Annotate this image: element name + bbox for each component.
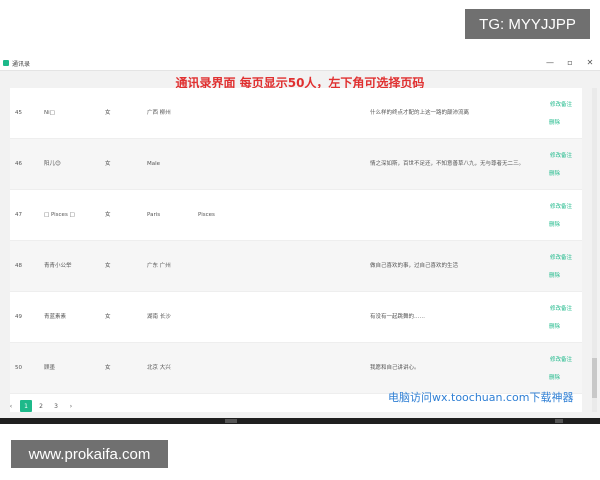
pagination-next-button[interactable]: › — [65, 400, 77, 412]
contact-gender: 女 — [105, 110, 111, 116]
contact-extra: Pisces — [198, 212, 215, 218]
contact-signature: 有没有一起跳舞的…… — [370, 314, 426, 320]
pagination-page-2[interactable]: 2 — [35, 400, 47, 412]
contact-name: 青蓝素素 — [44, 314, 67, 320]
vertical-scrollbar[interactable] — [592, 88, 597, 412]
edit-remark-button[interactable]: 修改备注 — [550, 304, 572, 312]
contact-gender: 女 — [105, 263, 111, 269]
tg-watermark-badge: TG: MYYJJPP — [465, 9, 590, 39]
contact-id: 46 — [15, 161, 22, 167]
contact-id: 49 — [15, 314, 22, 320]
contact-region: 湖南 长沙 — [147, 314, 171, 320]
contact-signature: 什么样的终点才配的上这一路的颠沛流离 — [370, 110, 470, 116]
contact-row: 48 青青小公举 女 广东 广州 做自己喜欢的事，过自己喜欢的生活 修改备注 删… — [10, 241, 582, 292]
close-button[interactable]: ✕ — [580, 56, 600, 70]
edit-remark-button[interactable]: 修改备注 — [550, 202, 572, 210]
window-controls: — ▫ ✕ — [540, 56, 600, 70]
window-titlebar: 通讯录 — ▫ ✕ — [0, 56, 600, 71]
contact-signature: 做自己喜欢的事，过自己喜欢的生活 — [370, 263, 459, 269]
taskbar-item[interactable] — [225, 419, 237, 423]
contact-gender: 女 — [105, 314, 111, 320]
window-title: 通讯录 — [12, 60, 31, 68]
delete-button[interactable]: 删除 — [549, 118, 560, 126]
delete-button[interactable]: 删除 — [549, 322, 560, 330]
contacts-window: 通讯录 — ▫ ✕ 通讯录界面 每页显示50人，左下角可选择页码 45 Ni□ … — [0, 56, 600, 420]
contact-id: 50 — [15, 365, 22, 371]
contact-gender: 女 — [105, 161, 111, 167]
pagination: ‹ 1 2 3 › — [5, 398, 77, 414]
scrollbar-thumb[interactable] — [592, 358, 597, 398]
contact-id: 48 — [15, 263, 22, 269]
pagination-prev-button[interactable]: ‹ — [5, 400, 17, 412]
contact-region: 北京 大兴 — [147, 365, 171, 371]
delete-button[interactable]: 删除 — [549, 373, 560, 381]
pagination-page-1[interactable]: 1 — [20, 400, 32, 412]
maximize-button[interactable]: ▫ — [560, 56, 580, 70]
contact-name: □ Pisces □ — [44, 212, 75, 218]
contact-region: Paris — [147, 212, 161, 218]
edit-remark-button[interactable]: 修改备注 — [550, 355, 572, 363]
delete-button[interactable]: 删除 — [549, 169, 560, 177]
download-watermark: 电脑访问wx.toochuan.com下载神器 — [388, 391, 574, 404]
contact-row: 49 青蓝素素 女 湖南 长沙 有没有一起跳舞的…… 修改备注 删除 — [10, 292, 582, 343]
contact-signature: 我愿和自己讲讲心。 — [370, 365, 420, 371]
site-watermark-badge: www.prokaifa.com — [11, 440, 168, 468]
contact-id: 47 — [15, 212, 22, 218]
contact-id: 45 — [15, 110, 22, 116]
contact-row: 50 顾墨 女 北京 大兴 我愿和自己讲讲心。 修改备注 删除 — [10, 343, 582, 394]
taskbar-tray-item[interactable] — [555, 419, 563, 423]
contact-name: 顾墨 — [44, 365, 56, 371]
contact-row: 47 □ Pisces □ 女 Paris Pisces 修改备注 删除 — [10, 190, 582, 241]
contact-name: Ni□ — [44, 110, 55, 116]
contact-name: 青青小公举 — [44, 263, 72, 269]
app-icon — [3, 60, 9, 66]
edit-remark-button[interactable]: 修改备注 — [550, 100, 572, 108]
pagination-page-3[interactable]: 3 — [50, 400, 62, 412]
contact-name: 阳儿😊 — [44, 161, 61, 167]
contact-row: 46 阳儿😊 女 Male 情之深如斯，百世不足还，不知意善草八九，无与尊者无二… — [10, 139, 582, 190]
contact-region: Male — [147, 161, 161, 167]
contact-region: 广东 广州 — [147, 263, 171, 269]
delete-button[interactable]: 删除 — [549, 220, 560, 228]
minimize-button[interactable]: — — [540, 56, 560, 70]
contact-list: 45 Ni□ 女 广西 柳州 什么样的终点才配的上这一路的颠沛流离 修改备注 删… — [10, 88, 582, 412]
edit-remark-button[interactable]: 修改备注 — [550, 253, 572, 261]
contact-signature: 情之深如斯，百世不足还，不知意善草八九，无与尊者无二三。 — [370, 161, 525, 167]
contact-row: 45 Ni□ 女 广西 柳州 什么样的终点才配的上这一路的颠沛流离 修改备注 删… — [10, 88, 582, 139]
delete-button[interactable]: 删除 — [549, 271, 560, 279]
edit-remark-button[interactable]: 修改备注 — [550, 151, 572, 159]
taskbar — [0, 418, 600, 424]
contact-gender: 女 — [105, 212, 111, 218]
contact-region: 广西 柳州 — [147, 110, 171, 116]
contact-gender: 女 — [105, 365, 111, 371]
